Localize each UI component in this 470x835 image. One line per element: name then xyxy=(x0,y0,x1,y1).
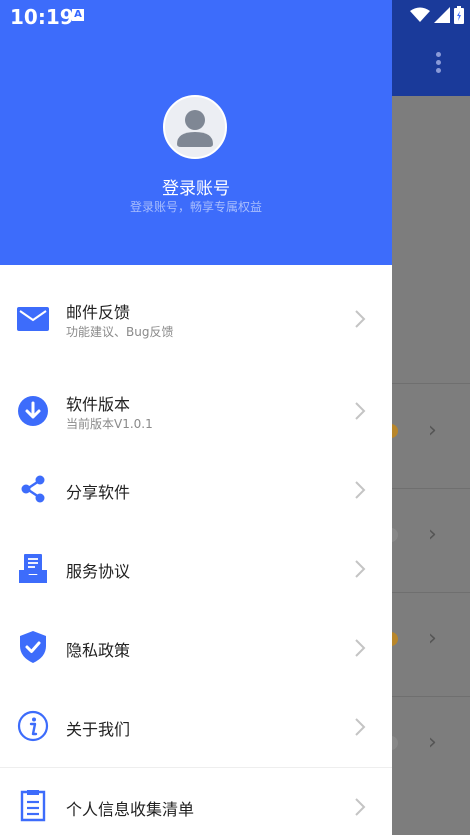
menu-item-feedback[interactable]: 邮件反馈 功能建议、Bug反馈 xyxy=(0,290,392,350)
battery-icon xyxy=(454,6,464,24)
chevron-right-icon xyxy=(355,718,366,736)
status-time: 10:19 xyxy=(10,5,74,29)
mail-icon xyxy=(16,302,50,336)
menu-item-subtitle: 当前版本V1.0.1 xyxy=(66,417,153,431)
background-list-item[interactable]: › xyxy=(380,618,470,658)
menu-item-title: 关于我们 xyxy=(66,720,131,739)
menu-item-title: 分享软件 xyxy=(66,483,131,502)
menu-item-title: 个人信息收集清单 xyxy=(66,800,195,819)
menu-item-about-us[interactable]: 关于我们 xyxy=(0,705,392,749)
background-list-item[interactable]: › xyxy=(380,410,470,450)
status-bar: 10:19 A xyxy=(0,0,470,32)
background-list-item[interactable]: › xyxy=(380,722,470,762)
chevron-right-icon xyxy=(355,481,366,499)
navigation-drawer: 登录账号 登录账号，畅享专属权益 邮件反馈 功能建议、Bug反馈 软件版本 当前… xyxy=(0,0,392,835)
chevron-right-icon xyxy=(355,798,366,816)
menu-item-title: 软件版本 xyxy=(66,395,131,414)
avatar[interactable] xyxy=(163,95,227,159)
menu-item-personal-info-list[interactable]: 个人信息收集清单 xyxy=(0,785,392,829)
wifi-icon xyxy=(410,7,430,22)
user-icon xyxy=(177,110,213,147)
chevron-right-icon xyxy=(355,560,366,578)
notification-icon: A xyxy=(72,9,84,21)
chevron-right-icon xyxy=(355,402,366,420)
menu-item-subtitle: 功能建议、Bug反馈 xyxy=(66,325,174,339)
menu-item-privacy-policy[interactable]: 隐私政策 xyxy=(0,626,392,670)
menu-item-title: 隐私政策 xyxy=(66,641,131,660)
more-vert-icon[interactable] xyxy=(428,52,448,82)
shield-check-icon xyxy=(16,630,50,664)
list-icon xyxy=(16,789,50,823)
login-title[interactable]: 登录账号 xyxy=(0,174,392,199)
signal-icon xyxy=(434,7,450,23)
info-icon xyxy=(16,709,50,743)
drawer-header[interactable]: 登录账号 登录账号，畅享专属权益 xyxy=(0,0,392,265)
share-icon xyxy=(16,472,50,506)
menu-item-service-agreement[interactable]: 服务协议 xyxy=(0,547,392,591)
chevron-right-icon xyxy=(355,639,366,657)
download-icon xyxy=(16,394,50,428)
chevron-right-icon xyxy=(355,310,366,328)
document-tray-icon xyxy=(16,551,50,585)
menu-item-share[interactable]: 分享软件 xyxy=(0,468,392,512)
background-list-item[interactable]: › xyxy=(380,514,470,554)
menu-item-title: 邮件反馈 xyxy=(66,303,131,322)
menu-item-title: 服务协议 xyxy=(66,562,131,581)
divider xyxy=(0,767,392,768)
menu-item-version[interactable]: 软件版本 当前版本V1.0.1 xyxy=(0,382,392,442)
login-subtitle: 登录账号，畅享专属权益 xyxy=(129,200,262,214)
